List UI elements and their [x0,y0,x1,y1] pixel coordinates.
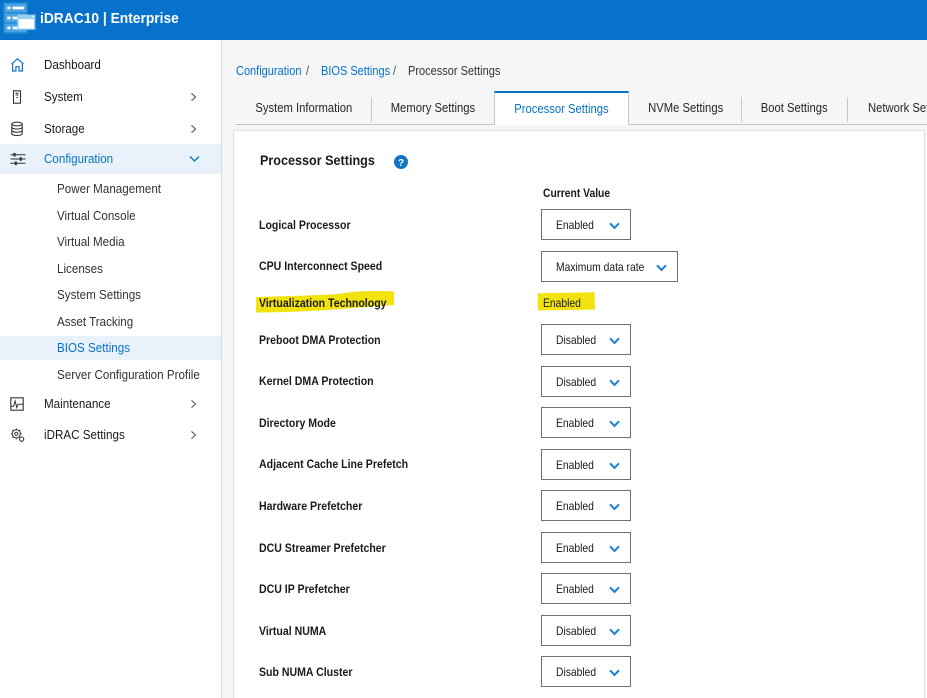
svg-text:?: ? [398,158,404,169]
